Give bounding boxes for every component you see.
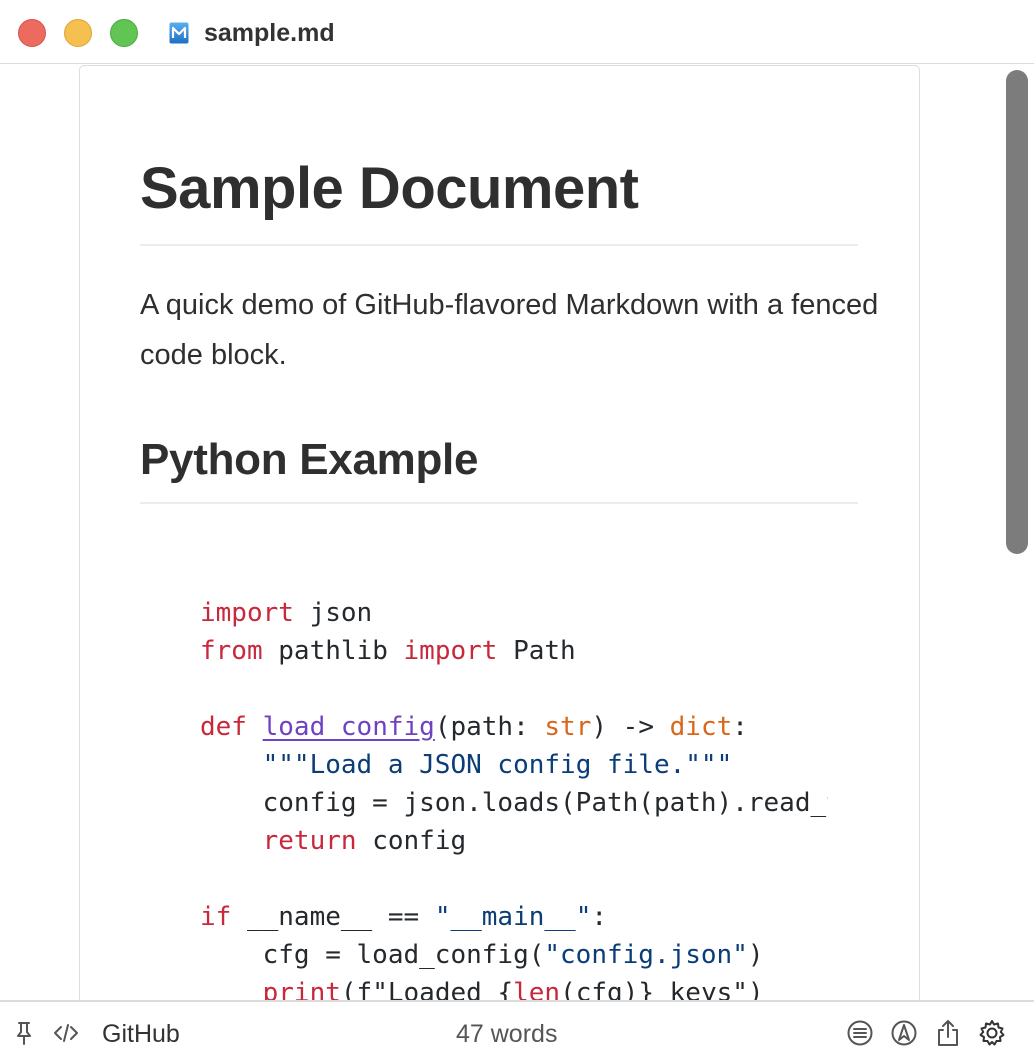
code-token-string: "__main__" — [434, 902, 592, 932]
close-window-button[interactable] — [18, 19, 46, 47]
code-token: config = json.loads(Path(path).read_text… — [262, 788, 828, 818]
code-token: (cfg)} keys") — [560, 978, 764, 1000]
code-token: ) -> — [591, 712, 670, 742]
markdown-file-icon — [169, 22, 189, 44]
code-line: print(f"Loaded {len(cfg)} keys") — [200, 974, 828, 1000]
code-token: ) — [747, 940, 764, 970]
code-token: : — [732, 712, 748, 742]
code-token-keyword: return — [262, 826, 357, 856]
title-bar: sample.md — [0, 0, 1034, 64]
code-token-keyword: import — [200, 598, 294, 628]
gear-icon[interactable] — [978, 1019, 1006, 1047]
heading-1: Sample Document — [140, 156, 639, 221]
code-token: pathlib — [262, 636, 404, 666]
preview-area[interactable]: Sample Document A quick demo of GitHub-f… — [0, 64, 1034, 1000]
code-token: __name__ == — [231, 902, 435, 932]
code-token-builtin: dict — [669, 712, 733, 742]
minimize-window-button[interactable] — [64, 19, 92, 47]
zoom-window-button[interactable] — [110, 19, 138, 47]
code-token: (f"Loaded { — [340, 978, 514, 1000]
code-token-string: """Load a JSON config file.""" — [262, 750, 733, 780]
code-token-keyword: from — [200, 636, 263, 666]
code-token-function: load_config — [262, 712, 435, 742]
code-token: : — [591, 902, 608, 932]
heading-2: Python Example — [140, 435, 479, 484]
code-line: if __name__ == "__main__": — [200, 898, 828, 936]
code-line: def load_config(path: str) -> dict: — [200, 708, 828, 746]
code-line: config = json.loads(Path(path).read_text… — [200, 784, 828, 822]
code-token-keyword: len — [513, 978, 561, 1000]
code-token: (path: — [434, 712, 545, 742]
code-token-keyword: import — [403, 636, 498, 666]
outline-icon[interactable] — [846, 1019, 874, 1047]
code-token: Path — [497, 636, 576, 666]
heading-divider — [140, 502, 858, 504]
code-token: cfg = load_config( — [200, 940, 545, 970]
window-title: sample.md — [204, 19, 335, 47]
code-token-keyword: print — [262, 978, 341, 1000]
code-line: """Load a JSON config file.""" — [200, 746, 828, 784]
word-count[interactable]: 47 words — [456, 1018, 557, 1050]
navigate-icon[interactable] — [890, 1019, 918, 1047]
paragraph: A quick demo of GitHub-flavored Markdown… — [140, 289, 879, 371]
code-line: import json — [200, 594, 828, 632]
code-line: return config — [200, 822, 828, 860]
theme-selector[interactable]: GitHub — [102, 1018, 180, 1050]
heading-divider — [140, 244, 858, 246]
code-token-string: "config.json" — [544, 940, 748, 970]
code-icon[interactable] — [52, 1019, 80, 1047]
code-block[interactable]: import json from pathlib import Path def … — [200, 594, 828, 1000]
code-token-keyword: def — [200, 712, 247, 742]
scrollbar-thumb[interactable] — [1006, 70, 1028, 554]
document-page: Sample Document A quick demo of GitHub-f… — [79, 65, 920, 1000]
code-line: cfg = load_config("config.json") — [200, 936, 828, 974]
code-token: config — [356, 826, 467, 856]
code-token-builtin: str — [544, 712, 592, 742]
code-token: json — [293, 598, 373, 628]
pin-icon[interactable] — [10, 1019, 38, 1047]
code-token-keyword: if — [200, 902, 232, 932]
code-line: from pathlib import Path — [200, 632, 828, 670]
share-icon[interactable] — [934, 1019, 962, 1047]
status-bar: GitHub 47 words — [0, 1000, 1034, 1064]
